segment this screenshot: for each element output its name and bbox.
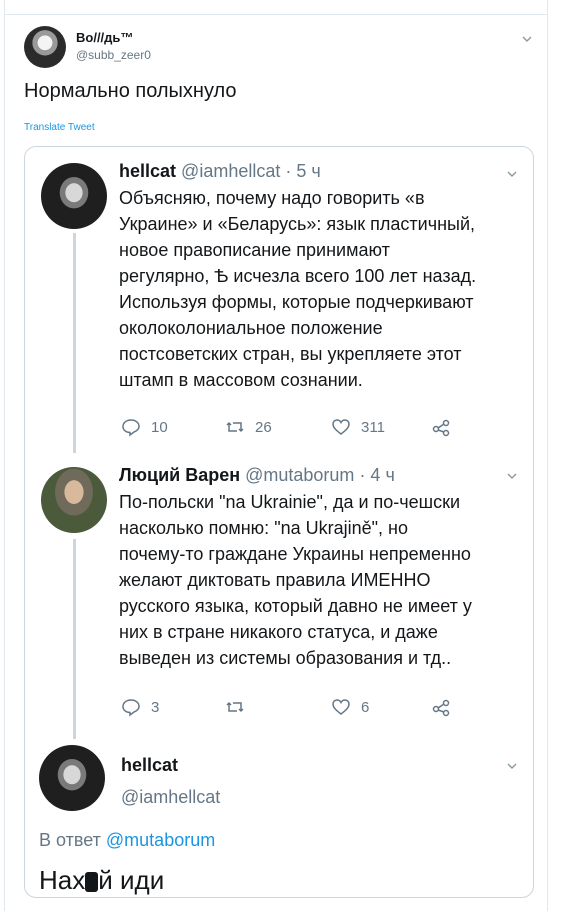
display-name[interactable]: Люций Варен	[119, 465, 240, 485]
thread-connector	[73, 539, 76, 739]
tweet-text: Нормально полыхнуло	[24, 80, 237, 102]
tweet-text-line: Украине» и «Беларусь»: язык пластичный,	[119, 214, 476, 234]
user-handle[interactable]: @iamhellcat	[121, 787, 220, 808]
avatar[interactable]	[24, 26, 66, 68]
tweet-text-line: насколько помню: "na Ukrajině", но	[119, 518, 408, 538]
tweet-text: По-польски "na Ukrainie", да и по-чешски…	[119, 489, 472, 671]
share-icon	[432, 699, 450, 717]
timestamp[interactable]: · 4 ч	[359, 465, 394, 485]
retweet-count: 26	[255, 418, 272, 436]
like-icon	[332, 699, 350, 715]
tweet-text-line: почему-то граждане Украины непременно	[119, 544, 471, 564]
share-button[interactable]	[431, 697, 451, 717]
like-icon	[332, 419, 350, 435]
reply-icon	[122, 419, 140, 437]
divider	[4, 14, 548, 15]
tweet-text-line: желают диктовать правила ИМЕННО	[119, 570, 431, 590]
like-count: 311	[361, 418, 385, 436]
reply-button[interactable]: 10	[121, 417, 168, 437]
censor-mark	[85, 872, 99, 892]
tweet-text-line: Используя формы, которые подчеркивают	[119, 292, 474, 312]
tweet-text-line: них в стране никакого статуса, и даже	[119, 622, 438, 642]
display-name[interactable]: Во///дь™	[76, 30, 133, 45]
chevron-down-icon[interactable]	[520, 32, 534, 46]
thread-connector	[73, 233, 76, 453]
tweet-text-line: выведен из системы образования и тд..	[119, 648, 452, 668]
retweet-button[interactable]: 26	[225, 417, 272, 437]
mention-link[interactable]: @mutaborum	[106, 830, 215, 850]
tweet-header: Люций Варен @mutaborum · 4 ч	[119, 465, 395, 486]
retweet-icon	[226, 421, 244, 433]
timestamp[interactable]: · 5 ч	[285, 161, 320, 181]
reply-text-start: Нах	[39, 865, 86, 895]
tweet-actions: 10 26 311	[121, 417, 461, 441]
tweet-text-line: регулярно, Ѣ исчезла всего 100 лет назад…	[119, 266, 477, 286]
avatar[interactable]	[41, 163, 107, 229]
avatar[interactable]	[41, 467, 107, 533]
reply-text: Нах й иди	[39, 865, 164, 896]
like-button[interactable]: 6	[331, 697, 369, 717]
reply-prefix: В ответ	[39, 830, 101, 850]
user-handle[interactable]: @subb_zeer0	[76, 48, 151, 62]
chevron-down-icon[interactable]	[505, 167, 519, 181]
tweet-text-line: По-польски "na Ukrainie", да и по-чешски	[119, 492, 461, 512]
tweet-text-line: русского языка, который давно не имеет у	[119, 596, 472, 616]
reply-button[interactable]: 3	[121, 697, 159, 717]
chevron-down-icon[interactable]	[505, 759, 519, 773]
tweet-text-line: штамп в массовом сознании.	[119, 370, 363, 390]
reply-text-end: й иди	[98, 865, 165, 895]
like-count: 6	[361, 698, 370, 716]
tweet-actions: 3 6	[121, 697, 461, 721]
reply-count: 3	[151, 698, 160, 716]
user-handle[interactable]: @mutaborum	[245, 465, 354, 485]
tweet-text-line: околоколониальное положение	[119, 318, 383, 338]
like-button[interactable]: 311	[331, 417, 385, 437]
share-button[interactable]	[431, 417, 451, 437]
avatar[interactable]	[39, 745, 105, 811]
user-handle[interactable]: @iamhellcat	[181, 161, 280, 181]
reply-count: 10	[151, 418, 168, 436]
translate-tweet-link[interactable]: Translate Tweet	[24, 122, 95, 133]
display-name[interactable]: hellcat	[121, 755, 178, 776]
display-name[interactable]: hellcat	[119, 161, 176, 181]
tweet-text: Объясняю, почему надо говорить «в Украин…	[119, 185, 476, 393]
reply-context: В ответ @mutaborum	[39, 830, 215, 851]
quoted-thread-card[interactable]: hellcat @iamhellcat · 5 ч Объясняю, поче…	[24, 146, 534, 898]
tweet-text-line: новое правописание принимают	[119, 240, 390, 260]
chevron-down-icon[interactable]	[505, 469, 519, 483]
retweet-button[interactable]	[225, 697, 255, 717]
tweet-text-line: постсоветских стран, вы укрепляете этот	[119, 344, 462, 364]
reply-icon	[122, 699, 140, 717]
outer-tweet-header: Во///дь™ @subb_zeer0	[24, 26, 534, 70]
tweet-text-line: Объясняю, почему надо говорить «в	[119, 188, 425, 208]
retweet-icon	[226, 701, 244, 713]
share-icon	[432, 419, 450, 437]
tweet-header: hellcat @iamhellcat · 5 ч	[119, 161, 321, 182]
